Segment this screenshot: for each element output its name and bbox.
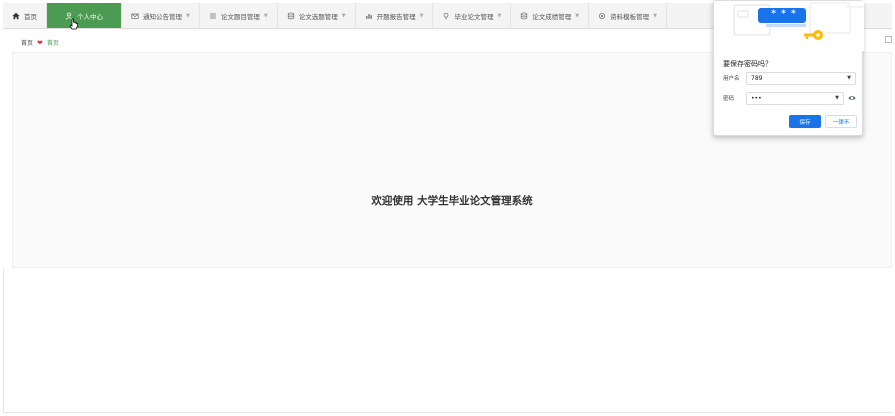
nav-item-home[interactable]: 首页 — [3, 3, 47, 28]
password-row: 密码 ••• ▼ — [723, 91, 863, 105]
nav-item-graduation-thesis-management[interactable]: 毕业论文管理 ▼ — [433, 3, 512, 28]
dropdown-arrow-icon[interactable]: ▼ — [847, 75, 851, 81]
nav-item-personal-center[interactable]: 个人中心 — [47, 3, 122, 28]
nav-item-material-template-management[interactable]: 资料模板管理 ▼ — [589, 3, 668, 28]
nav-label: 论文成绩管理 — [532, 12, 572, 21]
home-icon — [12, 12, 20, 20]
password-field[interactable]: ••• ▼ — [746, 91, 844, 105]
scroll-thumb[interactable] — [885, 36, 892, 43]
nav-item-notice-management[interactable]: 通知公告管理 ▼ — [122, 3, 200, 28]
eye-icon[interactable] — [848, 94, 856, 102]
chevron-down-icon: ▼ — [497, 12, 502, 19]
lower-content-area — [3, 268, 892, 413]
chevron-down-icon: ▼ — [186, 12, 190, 19]
nav-label: 毕业论文管理 — [454, 12, 494, 21]
database-icon — [520, 12, 528, 20]
popup-title: 要保存密码吗？ — [723, 60, 772, 68]
gear-icon — [598, 12, 606, 20]
chevron-down-icon: ▼ — [341, 12, 346, 19]
breadcrumb: 首页 ❤ 首页 — [21, 38, 59, 48]
password-value: ••• — [751, 94, 762, 102]
envelope-icon — [131, 12, 139, 20]
database-icon — [287, 12, 295, 20]
pin-icon — [442, 12, 450, 20]
username-row: 用户名 789 ▼ — [723, 71, 863, 85]
breadcrumb-home[interactable]: 首页 — [21, 38, 33, 47]
nav-label: 论文选题管理 — [298, 12, 338, 21]
nav-item-thesis-grade-management[interactable]: 论文成绩管理 ▼ — [511, 3, 590, 28]
welcome-message: 欢迎使用 大学生毕业论文管理系统 — [371, 195, 533, 207]
nav-label: 个人中心 — [77, 12, 103, 21]
heart-icon: ❤ — [37, 38, 43, 47]
nav-label: 论文题目管理 — [220, 12, 260, 21]
list-icon — [209, 12, 217, 20]
username-value: 789 — [751, 74, 763, 82]
nav-item-topic-selection-management[interactable]: 论文选题管理 ▼ — [278, 3, 356, 28]
user-icon — [65, 12, 73, 20]
password-illustration-icon — [714, 1, 864, 51]
nav-label: 首页 — [24, 12, 37, 21]
chevron-down-icon: ▼ — [653, 12, 658, 19]
password-label: 密码 — [723, 96, 735, 102]
username-field[interactable]: 789 ▼ — [746, 71, 856, 85]
nav-item-thesis-topic-management[interactable]: 论文题目管理 ▼ — [200, 3, 278, 28]
nav-item-proposal-report-management[interactable]: 开题报告管理 ▼ — [356, 3, 434, 28]
chevron-down-icon: ▼ — [575, 12, 580, 19]
save-password-popup: * * * 要保存密码吗？ 用户名 789 ▼ 密码 ••• ▼ 保存 一律不 — [713, 0, 864, 136]
chevron-down-icon: ▼ — [419, 12, 424, 19]
chart-icon — [365, 12, 373, 20]
save-password-button[interactable]: 保存 — [789, 115, 821, 128]
nav-label: 开题报告管理 — [376, 12, 416, 21]
nav-label: 通知公告管理 — [143, 12, 182, 21]
username-label: 用户名 — [723, 76, 740, 82]
breadcrumb-current: 首页 — [46, 40, 59, 47]
nav-label: 资料模板管理 — [610, 12, 650, 21]
chevron-down-icon: ▼ — [263, 12, 268, 19]
dropdown-arrow-icon[interactable]: ▼ — [835, 95, 839, 101]
never-save-button[interactable]: 一律不 — [825, 115, 857, 128]
